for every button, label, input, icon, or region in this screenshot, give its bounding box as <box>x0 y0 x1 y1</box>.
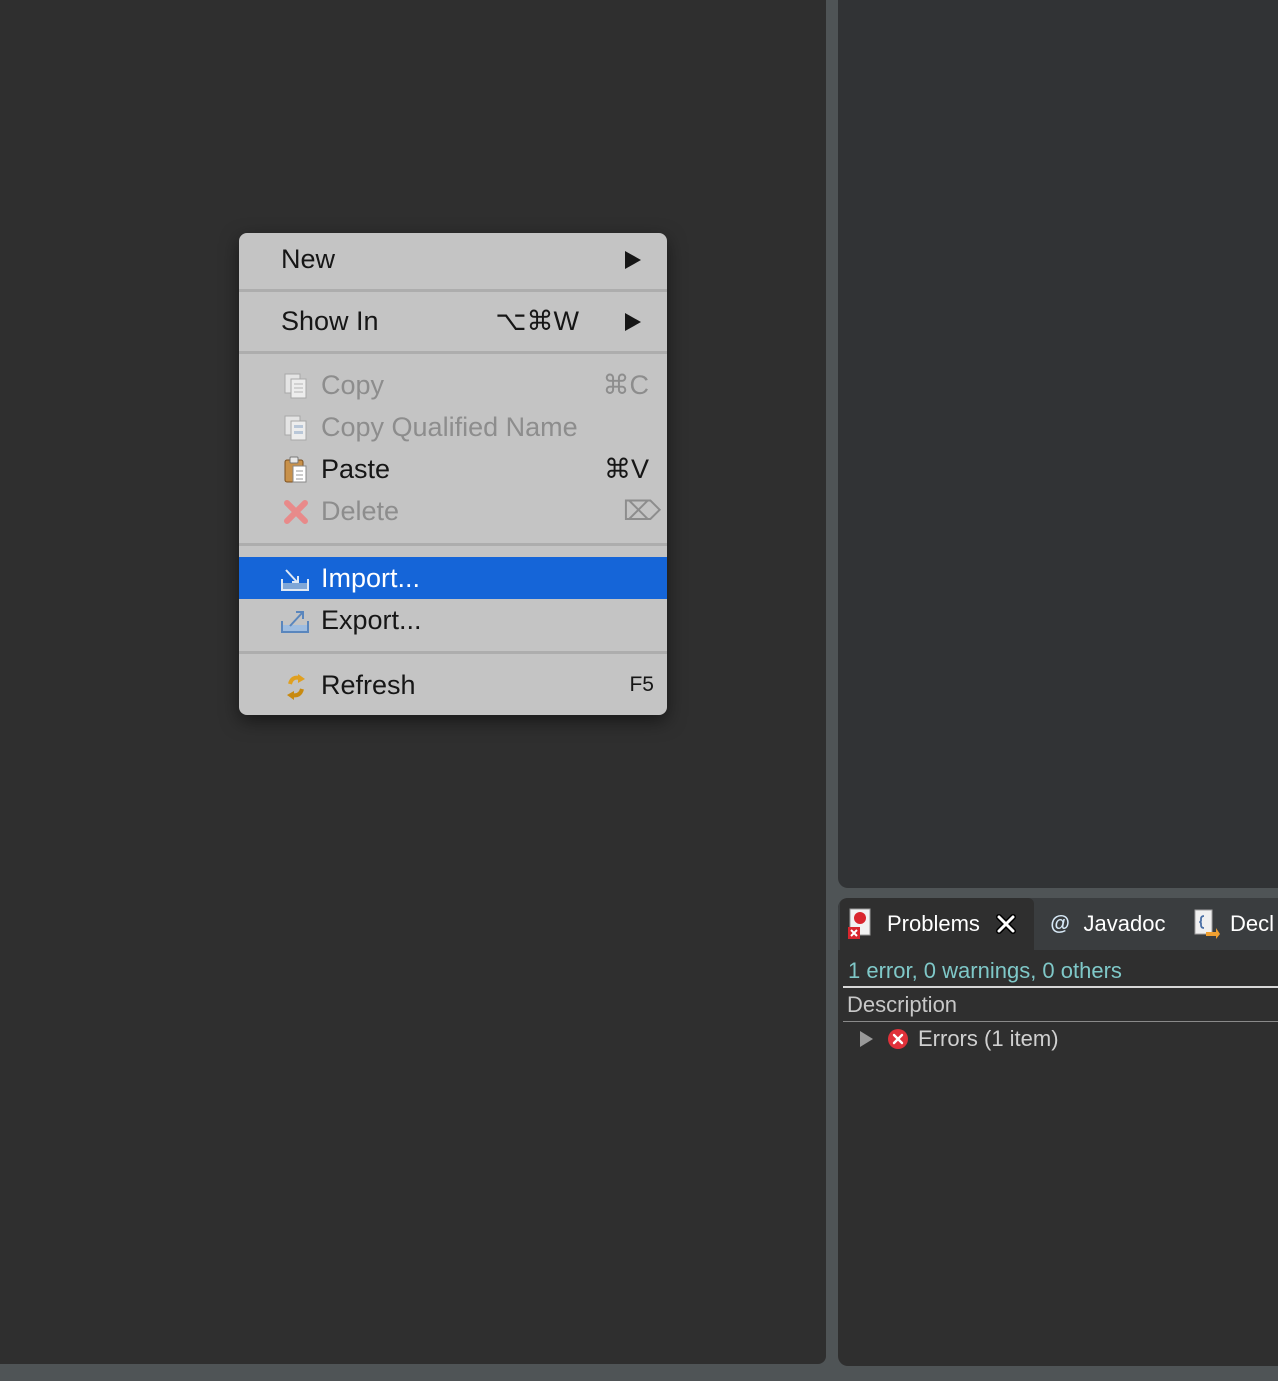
delete-icon <box>282 498 310 526</box>
menu-item-delete-shortcut: ⌦ <box>622 496 661 526</box>
expand-arrow-icon[interactable] <box>860 1031 873 1047</box>
refresh-icon <box>282 672 310 700</box>
import-icon <box>280 565 309 593</box>
problems-view-tabbar: Problems @ Javadoc Decl <box>838 898 1278 950</box>
error-icon <box>887 1028 909 1050</box>
editor-area[interactable] <box>838 0 1278 888</box>
menu-item-paste-shortcut: ⌘V <box>603 454 649 484</box>
tab-problems[interactable]: Problems <box>840 898 1034 950</box>
menu-item-new[interactable]: New <box>239 238 667 280</box>
column-header-description[interactable]: Description <box>847 992 957 1018</box>
problems-view: Problems @ Javadoc Decl 1 error, 0 warni… <box>838 898 1278 1366</box>
menu-item-copy[interactable]: Copy ⌘C <box>239 364 667 406</box>
menu-item-paste-label: Paste <box>321 454 391 484</box>
menu-separator <box>239 289 667 292</box>
menu-item-paste[interactable]: Paste ⌘V <box>239 448 667 490</box>
menu-item-show-in-shortcut: ⌥⌘W <box>495 306 579 336</box>
tab-problems-label: Problems <box>887 911 980 936</box>
tree-row-errors[interactable]: Errors (1 item) <box>856 1026 1059 1052</box>
context-menu: New Show In ⌥⌘W Copy ⌘C Copy Qualified N… <box>239 233 667 715</box>
menu-separator <box>239 351 667 354</box>
menu-item-export[interactable]: Export... <box>239 599 667 641</box>
menu-separator <box>239 543 667 546</box>
menu-item-export-label: Export... <box>321 605 422 635</box>
menu-item-import[interactable]: Import... <box>239 557 667 599</box>
divider <box>843 986 1278 988</box>
copy-qualified-name-icon <box>282 414 310 442</box>
problems-icon <box>846 907 878 941</box>
menu-item-copy-shortcut: ⌘C <box>602 370 650 400</box>
tab-declaration-label: Decl <box>1230 911 1275 936</box>
export-icon <box>280 607 309 635</box>
paste-icon <box>282 456 310 484</box>
close-icon[interactable] <box>995 914 1016 934</box>
copy-icon <box>282 372 310 400</box>
menu-item-refresh-shortcut: F5 <box>629 673 654 696</box>
menu-item-show-in[interactable]: Show In ⌥⌘W <box>239 300 667 342</box>
tab-declaration[interactable]: Decl <box>1192 898 1274 950</box>
tab-javadoc-label: Javadoc <box>1083 911 1166 936</box>
menu-item-copy-qualified-name-label: Copy Qualified Name <box>321 412 578 442</box>
menu-item-copy-label: Copy <box>321 370 385 400</box>
menu-item-delete-label: Delete <box>321 496 400 526</box>
submenu-arrow-icon <box>625 251 641 269</box>
errors-row-label: Errors (1 item) <box>918 1026 1059 1051</box>
tab-javadoc[interactable]: @ Javadoc <box>1050 898 1165 950</box>
menu-item-refresh-label: Refresh <box>321 670 416 700</box>
at-icon: @ <box>1050 912 1070 935</box>
divider <box>843 1021 1278 1022</box>
menu-item-refresh[interactable]: Refresh F5 <box>239 664 667 706</box>
menu-item-delete[interactable]: Delete ⌦ <box>239 490 667 532</box>
problems-summary: 1 error, 0 warnings, 0 others <box>848 958 1122 983</box>
menu-separator <box>239 651 667 654</box>
declaration-icon <box>1192 908 1220 940</box>
menu-item-new-label: New <box>281 244 336 274</box>
menu-item-import-label: Import... <box>321 563 421 593</box>
menu-item-copy-qualified-name[interactable]: Copy Qualified Name <box>239 406 667 448</box>
submenu-arrow-icon <box>625 313 641 331</box>
menu-item-show-in-label: Show In <box>281 306 379 336</box>
